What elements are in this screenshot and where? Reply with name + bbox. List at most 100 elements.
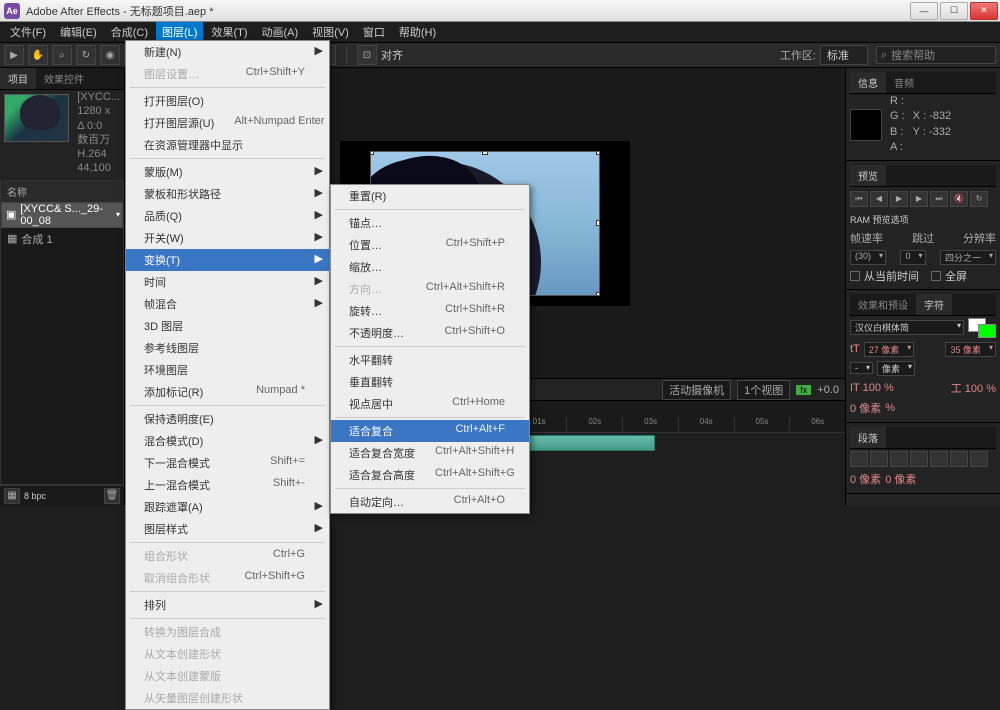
loop-button[interactable]: ↻ (970, 191, 988, 207)
indent-right-input[interactable]: 0 像素 (885, 471, 916, 487)
layer-menu-item-3[interactable]: 打开图层(O) (126, 90, 329, 112)
indent-left-input[interactable]: 0 像素 (850, 471, 881, 487)
layer-menu[interactable]: 新建(N)▶图层设置…Ctrl+Shift+Y打开图层(O)打开图层源(U)Al… (125, 40, 330, 710)
baseline-input[interactable]: 0 像素 (850, 400, 881, 416)
close-button[interactable]: ✕ (970, 2, 998, 20)
layer-menu-item-5[interactable]: 在资源管理器中显示 (126, 134, 329, 156)
menu-编辑(E)[interactable]: 编辑(E) (54, 22, 103, 42)
camera-tool[interactable]: ◉ (100, 45, 120, 65)
framerate-select[interactable]: (30) (850, 250, 886, 265)
selection-tool[interactable]: ▶ (4, 45, 24, 65)
layer-menu-item-19[interactable]: 保持透明度(E) (126, 408, 329, 430)
menu-文件(F)[interactable]: 文件(F) (4, 22, 52, 42)
menu-效果(T)[interactable]: 效果(T) (205, 22, 253, 42)
transform-menu-item-4[interactable]: 缩放… (331, 256, 529, 278)
fullscreen-checkbox[interactable] (931, 271, 941, 281)
font-select[interactable]: 汉仪白棋体简 (850, 320, 964, 335)
project-column-name[interactable]: 名称 (1, 181, 123, 202)
bpc-label[interactable]: 8 bpc (24, 491, 46, 501)
layer-menu-item-21[interactable]: 下一混合模式Shift+= (126, 452, 329, 474)
next-frame-button[interactable]: ▶ (910, 191, 928, 207)
transform-menu-item-2[interactable]: 锚点… (331, 212, 529, 234)
text-color-swatch[interactable] (968, 318, 996, 338)
leading-input[interactable]: 35 像素 (945, 342, 996, 357)
layer-menu-item-15[interactable]: 参考线图层 (126, 337, 329, 359)
fx-toggle[interactable]: fx (796, 385, 811, 395)
transform-menu-item-10[interactable]: 垂直翻转 (331, 371, 529, 393)
menu-图层(L)[interactable]: 图层(L) (156, 22, 203, 42)
last-frame-button[interactable]: ⏭ (930, 191, 948, 207)
menu-帮助(H)[interactable]: 帮助(H) (393, 22, 442, 42)
tab-paragraph[interactable]: 段落 (850, 427, 886, 448)
layer-menu-item-14[interactable]: 3D 图层 (126, 315, 329, 337)
snap-toggle[interactable]: ⊡ (357, 45, 377, 65)
layer-menu-item-10[interactable]: 开关(W)▶ (126, 227, 329, 249)
kerning-select[interactable]: - (850, 362, 873, 374)
layer-menu-item-22[interactable]: 上一混合模式Shift+- (126, 474, 329, 496)
project-row-footage[interactable]: ▣ [XYCC& S..._29-00_08 (1, 202, 123, 228)
tab-effects-presets[interactable]: 效果和预设 (850, 294, 916, 315)
bin-interpret-button[interactable]: ▦ (4, 488, 20, 504)
skip-select[interactable]: 0 (900, 250, 925, 265)
transform-submenu[interactable]: 重置(R)锚点…位置…Ctrl+Shift+P缩放…方向…Ctrl+Alt+Sh… (330, 184, 530, 514)
tab-info[interactable]: 信息 (850, 72, 886, 93)
font-size-input[interactable]: 27 像素 (864, 342, 915, 357)
from-current-checkbox[interactable] (850, 271, 860, 281)
mute-button[interactable]: 🔇 (950, 191, 968, 207)
layer-menu-item-9[interactable]: 品质(Q)▶ (126, 205, 329, 227)
layer-menu-item-13[interactable]: 帧混合▶ (126, 293, 329, 315)
menu-窗口[interactable]: 窗口 (357, 22, 391, 42)
first-frame-button[interactable]: ⏮ (850, 191, 868, 207)
exposure-value[interactable]: +0.0 (817, 384, 839, 396)
transform-menu-item-7[interactable]: 不透明度…Ctrl+Shift+O (331, 322, 529, 344)
layer-menu-item-4[interactable]: 打开图层源(U)Alt+Numpad Enter (126, 112, 329, 134)
play-button[interactable]: ▶ (890, 191, 908, 207)
transform-menu-item-11[interactable]: 视点居中Ctrl+Home (331, 393, 529, 415)
footage-thumbnail[interactable] (4, 94, 69, 142)
justify-left[interactable] (910, 451, 928, 467)
layer-menu-item-20[interactable]: 混合模式(D)▶ (126, 430, 329, 452)
camera-select[interactable]: 活动摄像机 (662, 380, 731, 400)
transform-menu-item-6[interactable]: 旋转…Ctrl+Shift+R (331, 300, 529, 322)
view-layout-select[interactable]: 1个视图 (737, 380, 790, 400)
layer-menu-item-16[interactable]: 环境图层 (126, 359, 329, 381)
bin-delete-button[interactable]: 🗑 (104, 488, 120, 504)
project-row-comp[interactable]: ▦ 合成 1 (1, 228, 123, 250)
tab-character[interactable]: 字符 (916, 294, 952, 315)
layer-menu-item-23[interactable]: 跟踪遮罩(A)▶ (126, 496, 329, 518)
maximize-button[interactable]: ☐ (940, 2, 968, 20)
justify-center[interactable] (930, 451, 948, 467)
help-search-input[interactable]: ⌕ 搜索帮助 (876, 46, 996, 64)
hscale-input[interactable]: 工 100 % (951, 380, 996, 396)
tab-effect-controls[interactable]: 效果控件 (36, 68, 92, 89)
minimize-button[interactable]: — (910, 2, 938, 20)
justify-all[interactable] (970, 451, 988, 467)
layer-menu-item-29[interactable]: 排列▶ (126, 594, 329, 616)
layer-menu-item-8[interactable]: 蒙板和形状路径▶ (126, 183, 329, 205)
hand-tool[interactable]: ✋ (28, 45, 48, 65)
layer-menu-item-17[interactable]: 添加标记(R)Numpad * (126, 381, 329, 403)
transform-menu-item-9[interactable]: 水平翻转 (331, 349, 529, 371)
transform-menu-item-15[interactable]: 适合复合高度Ctrl+Alt+Shift+G (331, 464, 529, 486)
vscale-input[interactable]: IT 100 % (850, 382, 894, 394)
transform-menu-item-0[interactable]: 重置(R) (331, 185, 529, 207)
layer-menu-item-11[interactable]: 变换(T)▶ (126, 249, 329, 271)
transform-menu-item-17[interactable]: 自动定向…Ctrl+Alt+O (331, 491, 529, 513)
zoom-tool[interactable]: ⌕ (52, 45, 72, 65)
transform-menu-item-3[interactable]: 位置…Ctrl+Shift+P (331, 234, 529, 256)
rotate-tool[interactable]: ↻ (76, 45, 96, 65)
align-left[interactable] (850, 451, 868, 467)
layer-menu-item-7[interactable]: 蒙版(M)▶ (126, 161, 329, 183)
workspace-select[interactable]: 标准 (820, 45, 868, 65)
align-center[interactable] (870, 451, 888, 467)
tab-audio[interactable]: 音频 (886, 72, 922, 93)
prev-frame-button[interactable]: ◀ (870, 191, 888, 207)
align-right[interactable] (890, 451, 908, 467)
res-select[interactable]: 四分之一 (940, 250, 996, 265)
transform-menu-item-13[interactable]: 适合复合Ctrl+Alt+F (331, 420, 529, 442)
tab-preview[interactable]: 预览 (850, 165, 886, 186)
transform-menu-item-14[interactable]: 适合复合宽度Ctrl+Alt+Shift+H (331, 442, 529, 464)
layer-menu-item-24[interactable]: 图层样式▶ (126, 518, 329, 540)
menu-视图(V)[interactable]: 视图(V) (306, 22, 355, 42)
tracking-input[interactable]: 像素 (877, 361, 915, 376)
